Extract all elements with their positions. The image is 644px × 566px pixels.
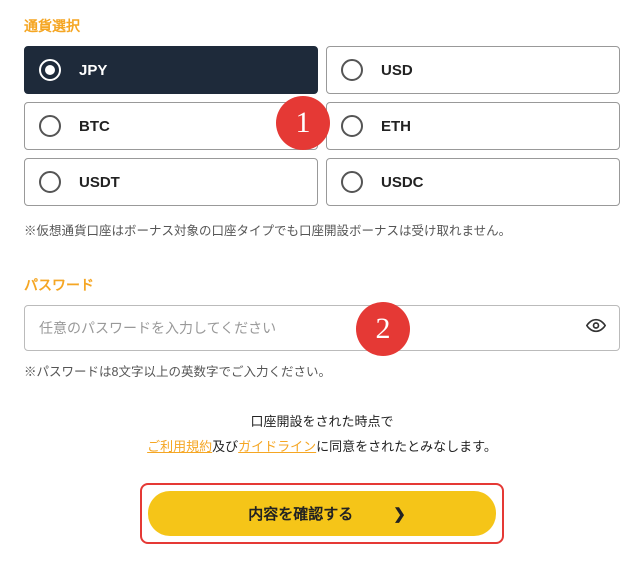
password-input[interactable]	[24, 305, 620, 351]
terms-link-tos[interactable]: ご利用規約	[147, 439, 212, 454]
terms-mid: 及び	[212, 439, 238, 454]
currency-section-label: 通貨選択	[24, 16, 620, 36]
currency-option-usdt[interactable]: USDT	[24, 158, 318, 206]
currency-option-label: JPY	[79, 62, 107, 79]
eye-icon[interactable]	[586, 316, 606, 341]
terms-link-guideline[interactable]: ガイドライン	[238, 439, 316, 454]
terms-line1: 口座開設をされた時点で	[250, 414, 393, 429]
password-hint: ※パスワードは8文字以上の英数字でご入力ください。	[24, 361, 620, 380]
terms-block: 口座開設をされた時点で ご利用規約及びガイドラインに同意をされたとみなします。	[24, 410, 620, 459]
currency-option-label: BTC	[79, 118, 110, 135]
radio-icon	[341, 59, 363, 81]
currency-option-label: ETH	[381, 118, 411, 135]
currency-option-label: USD	[381, 62, 413, 79]
terms-tail: に同意をされたとみなします。	[316, 439, 497, 454]
currency-option-eth[interactable]: ETH	[326, 102, 620, 150]
callout-badge-1: 1	[276, 96, 330, 150]
password-section-label: パスワード	[24, 275, 620, 295]
submit-wrap: 内容を確認する ❯	[24, 483, 620, 544]
radio-icon	[341, 171, 363, 193]
currency-option-label: USDC	[381, 174, 424, 191]
currency-option-usdc[interactable]: USDC	[326, 158, 620, 206]
radio-icon	[39, 59, 61, 81]
confirm-button[interactable]: 内容を確認する ❯	[148, 491, 496, 536]
currency-option-label: USDT	[79, 174, 120, 191]
chevron-right-icon: ❯	[393, 505, 406, 523]
currency-option-jpy[interactable]: JPY	[24, 46, 318, 94]
currency-note: ※仮想通貨口座はボーナス対象の口座タイプでも口座開設ボーナスは受け取れません。	[24, 220, 620, 239]
radio-icon	[341, 115, 363, 137]
radio-icon	[39, 171, 61, 193]
callout-badge-2: 2	[356, 302, 410, 356]
submit-highlight-box: 内容を確認する ❯	[140, 483, 504, 544]
currency-option-btc[interactable]: BTC	[24, 102, 318, 150]
radio-icon	[39, 115, 61, 137]
currency-option-usd[interactable]: USD	[326, 46, 620, 94]
password-field-wrap	[24, 305, 620, 351]
confirm-button-label: 内容を確認する	[248, 503, 353, 524]
